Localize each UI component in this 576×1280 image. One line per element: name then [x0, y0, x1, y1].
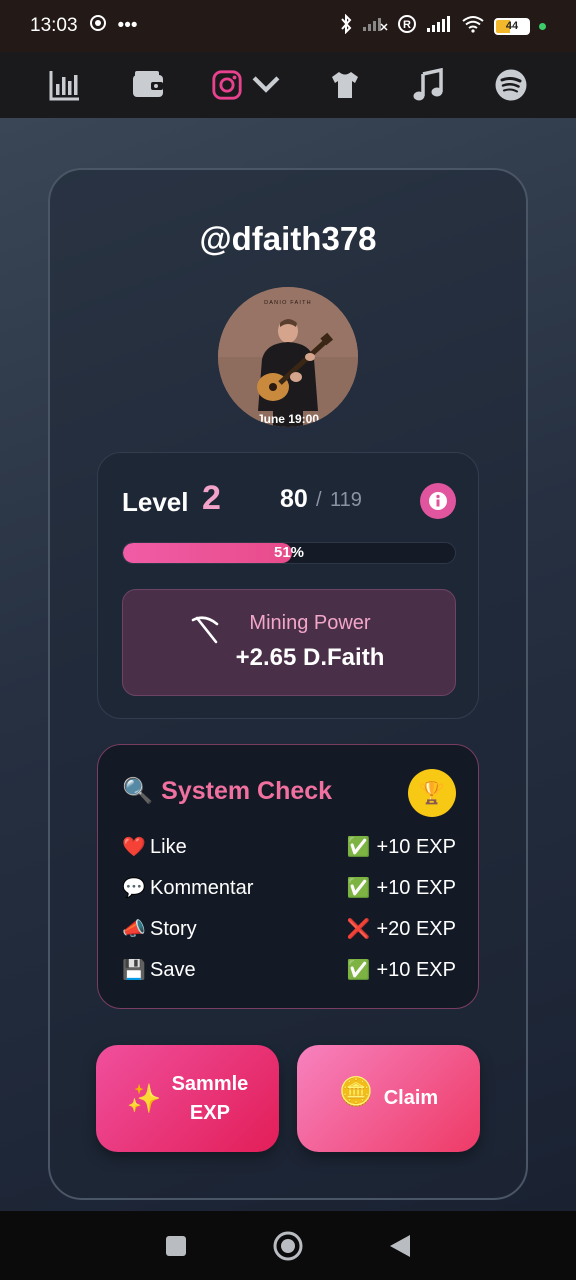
- check-mark-icon: ✅: [346, 878, 371, 899]
- signal-off-icon: [362, 16, 388, 37]
- system-check-card: 🔍 System Check 🏆 ❤️ Like ✅ +10 EXP 💬 Kom…: [97, 744, 479, 1009]
- exp-max: 119: [330, 489, 362, 511]
- check-label: Like: [150, 835, 187, 858]
- check-reward: +10 EXP: [376, 958, 456, 981]
- check-mark-icon: ✅: [346, 837, 371, 858]
- exp-current: 80: [280, 485, 308, 513]
- wifi-icon: [461, 15, 485, 38]
- sammle-exp-label-line1: Sammle: [171, 1072, 249, 1095]
- mining-power-box: Mining Power +2.65 D.Faith: [122, 589, 456, 696]
- check-row-like: ❤️ Like ✅ +10 EXP: [122, 832, 456, 862]
- claim-button[interactable]: 🪙 Claim: [297, 1045, 480, 1152]
- exp-separator: /: [316, 489, 322, 511]
- recents-button[interactable]: [156, 1226, 196, 1266]
- check-reward: +20 EXP: [376, 917, 456, 940]
- check-row-save: 💾 Save ✅ +10 EXP: [122, 955, 456, 985]
- check-row-story: 📣 Story ❌ +20 EXP: [122, 914, 456, 944]
- more-notifications-icon: •••: [117, 15, 138, 36]
- top-nav: [0, 52, 576, 118]
- status-time: 13:03: [30, 15, 78, 36]
- check-mark-icon: ✅: [346, 960, 371, 981]
- trophy-icon[interactable]: 🏆: [408, 769, 456, 817]
- registered-icon: R: [397, 14, 417, 39]
- sparkles-icon: ✨: [126, 1083, 162, 1114]
- exp-progress-bar: 51%: [122, 542, 456, 564]
- level-label: Level: [122, 487, 189, 517]
- check-label: Story: [150, 917, 197, 940]
- level-number: 2: [202, 479, 221, 517]
- system-check-title-text: System Check: [161, 777, 333, 805]
- magnifier-icon: 🔍: [122, 777, 154, 805]
- system-nav-bar: [0, 1211, 576, 1280]
- svg-text:R: R: [403, 19, 411, 31]
- floppy-disk-icon: 💾: [122, 960, 146, 981]
- heart-icon: ❤️: [122, 837, 146, 858]
- coin-icon: 🪙: [338, 1076, 374, 1107]
- battery-icon: 44: [494, 17, 530, 35]
- avatar-poster-title: DANIO FAITH: [264, 300, 312, 306]
- username: @dfaith378: [199, 220, 377, 257]
- bar-chart-icon[interactable]: [45, 65, 85, 105]
- level-card: Level 2 80 / 119 51% Mining Power +2.65 …: [97, 452, 479, 719]
- status-bar: 13:03 ••• R 44: [0, 0, 576, 52]
- sammle-exp-label-line2: EXP: [189, 1101, 230, 1124]
- home-button[interactable]: [268, 1226, 308, 1266]
- signal-icon: [426, 15, 452, 38]
- chrome-icon: [89, 15, 106, 37]
- sammle-exp-button[interactable]: ✨ Sammle EXP: [96, 1045, 279, 1152]
- tshirt-icon[interactable]: [325, 65, 365, 105]
- megaphone-icon: 📣: [122, 919, 146, 940]
- mining-power-label: Mining Power: [249, 612, 371, 634]
- info-icon[interactable]: [420, 483, 456, 519]
- check-label: Kommentar: [150, 876, 254, 899]
- check-row-kommentar: 💬 Kommentar ✅ +10 EXP: [122, 873, 456, 903]
- instagram-icon[interactable]: [211, 65, 283, 105]
- chevron-down-icon[interactable]: [249, 66, 283, 105]
- back-button[interactable]: [380, 1226, 420, 1266]
- cross-mark-icon: ❌: [346, 919, 371, 940]
- system-check-title: 🔍 System Check: [122, 777, 332, 806]
- claim-label: Claim: [383, 1087, 439, 1109]
- speech-bubble-icon: 💬: [122, 878, 146, 899]
- check-reward: +10 EXP: [376, 835, 456, 858]
- bluetooth-icon: [339, 13, 353, 39]
- mining-power-value: +2.65 D.Faith: [235, 644, 385, 671]
- check-reward: +10 EXP: [376, 876, 456, 899]
- check-label: Save: [150, 958, 196, 981]
- spotify-icon[interactable]: [491, 65, 531, 105]
- music-note-icon[interactable]: [408, 65, 448, 105]
- avatar[interactable]: DANIO FAITH June 19:00: [218, 287, 358, 427]
- exp-progress-label: 51%: [273, 544, 305, 561]
- privacy-dot-icon: [539, 22, 546, 30]
- wallet-icon[interactable]: [128, 65, 168, 105]
